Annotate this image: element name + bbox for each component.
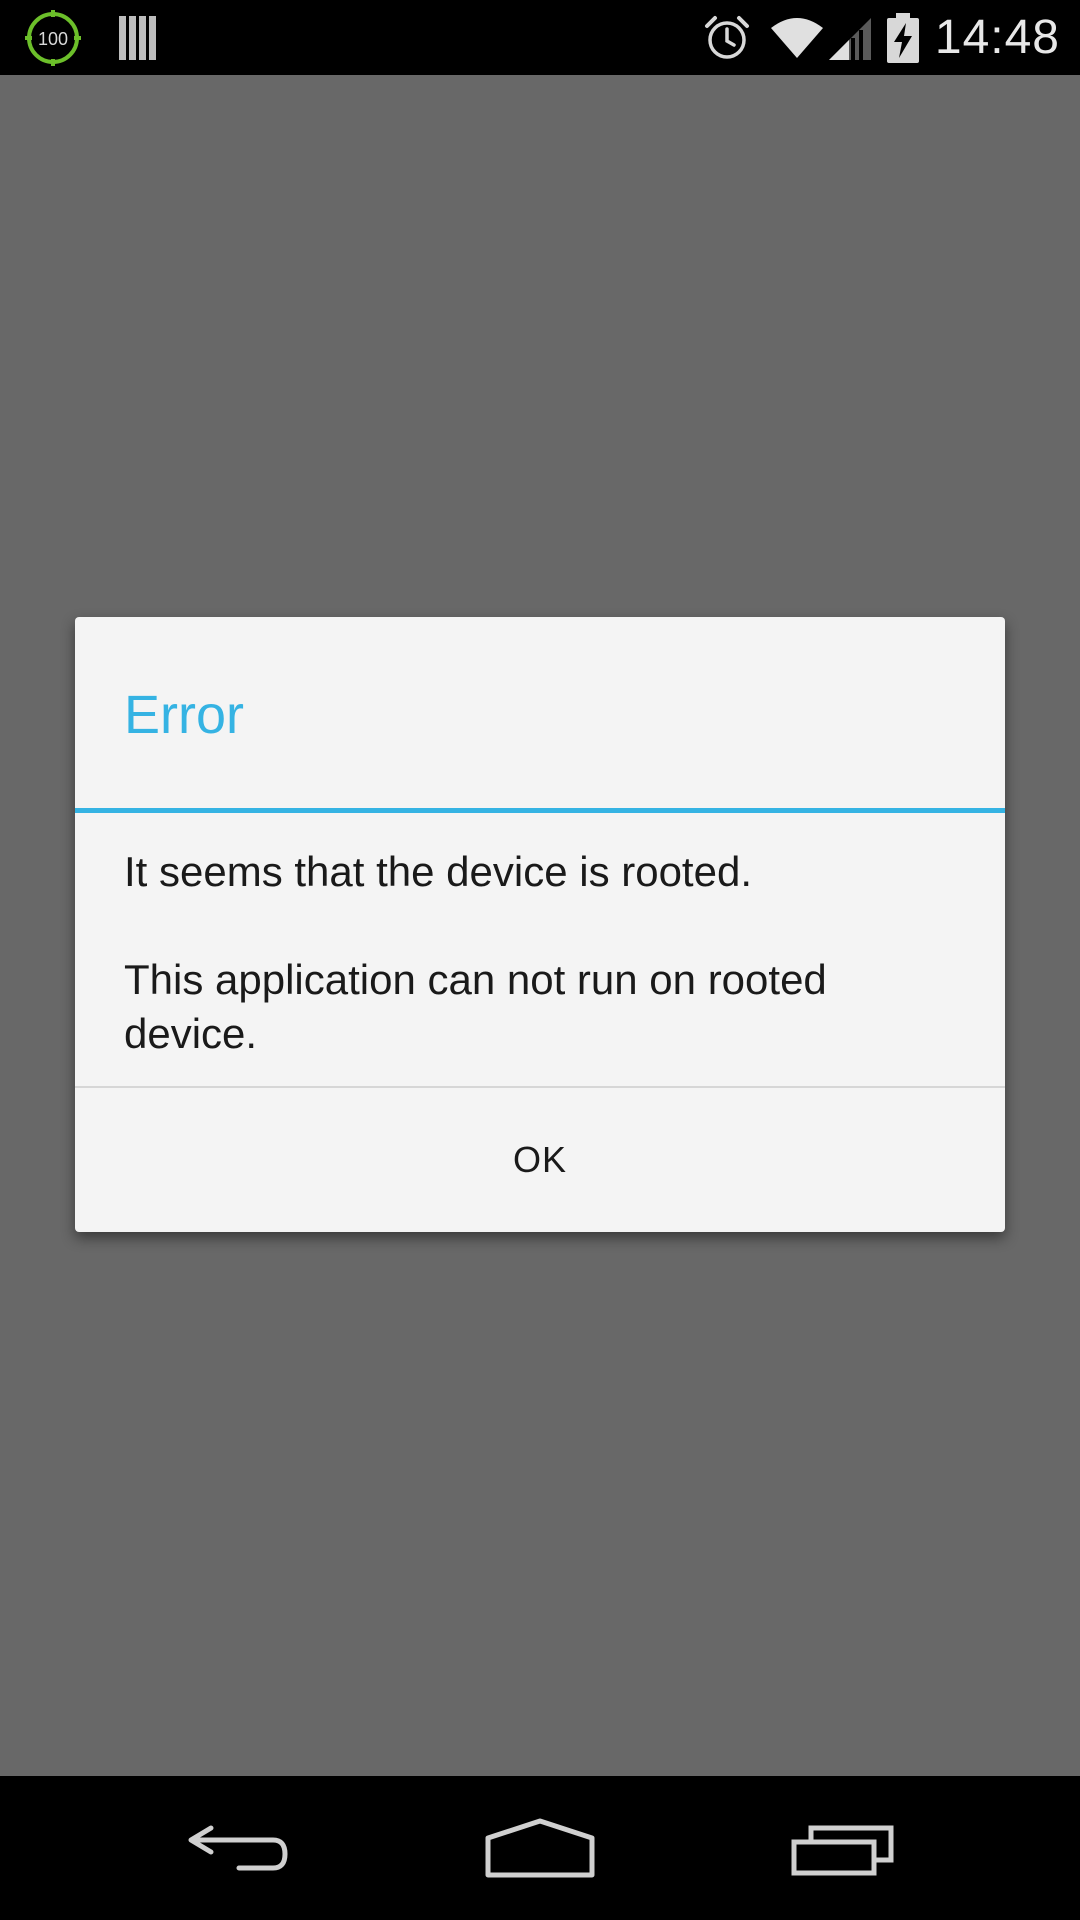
recents-button[interactable] bbox=[743, 1776, 943, 1920]
wifi-icon bbox=[770, 18, 823, 58]
alarm-icon bbox=[704, 16, 749, 59]
message-line-cannot-run: This application can not run on rooted d… bbox=[124, 956, 827, 1057]
barcode-icon bbox=[119, 16, 156, 60]
dialog-title: Error bbox=[124, 685, 244, 745]
error-dialog: Error It seems that the device is rooted… bbox=[75, 617, 1005, 1232]
status-time: 14:48 bbox=[934, 11, 1060, 64]
status-bar: 100 14:48 bbox=[0, 0, 1080, 75]
status-system-icons: 14:48 bbox=[703, 8, 1060, 68]
cell-signal-icon bbox=[828, 18, 871, 60]
navigation-bar bbox=[0, 1776, 1080, 1920]
home-icon bbox=[485, 1818, 595, 1878]
title-divider bbox=[75, 808, 1005, 813]
recents-icon bbox=[791, 1825, 894, 1876]
dialog-message: It seems that the device is rooted. This… bbox=[124, 845, 964, 1061]
home-button[interactable] bbox=[440, 1776, 640, 1920]
ok-button[interactable]: OK bbox=[75, 1088, 1005, 1232]
back-icon bbox=[188, 1825, 288, 1871]
battery-charging-icon bbox=[886, 13, 919, 63]
battery-widget-icon: 100 bbox=[25, 10, 81, 66]
battery-widget-value: 100 bbox=[38, 29, 68, 49]
status-notifications: 100 bbox=[24, 10, 158, 66]
back-button[interactable] bbox=[139, 1776, 339, 1920]
message-line-rooted: It seems that the device is rooted. bbox=[124, 848, 752, 895]
